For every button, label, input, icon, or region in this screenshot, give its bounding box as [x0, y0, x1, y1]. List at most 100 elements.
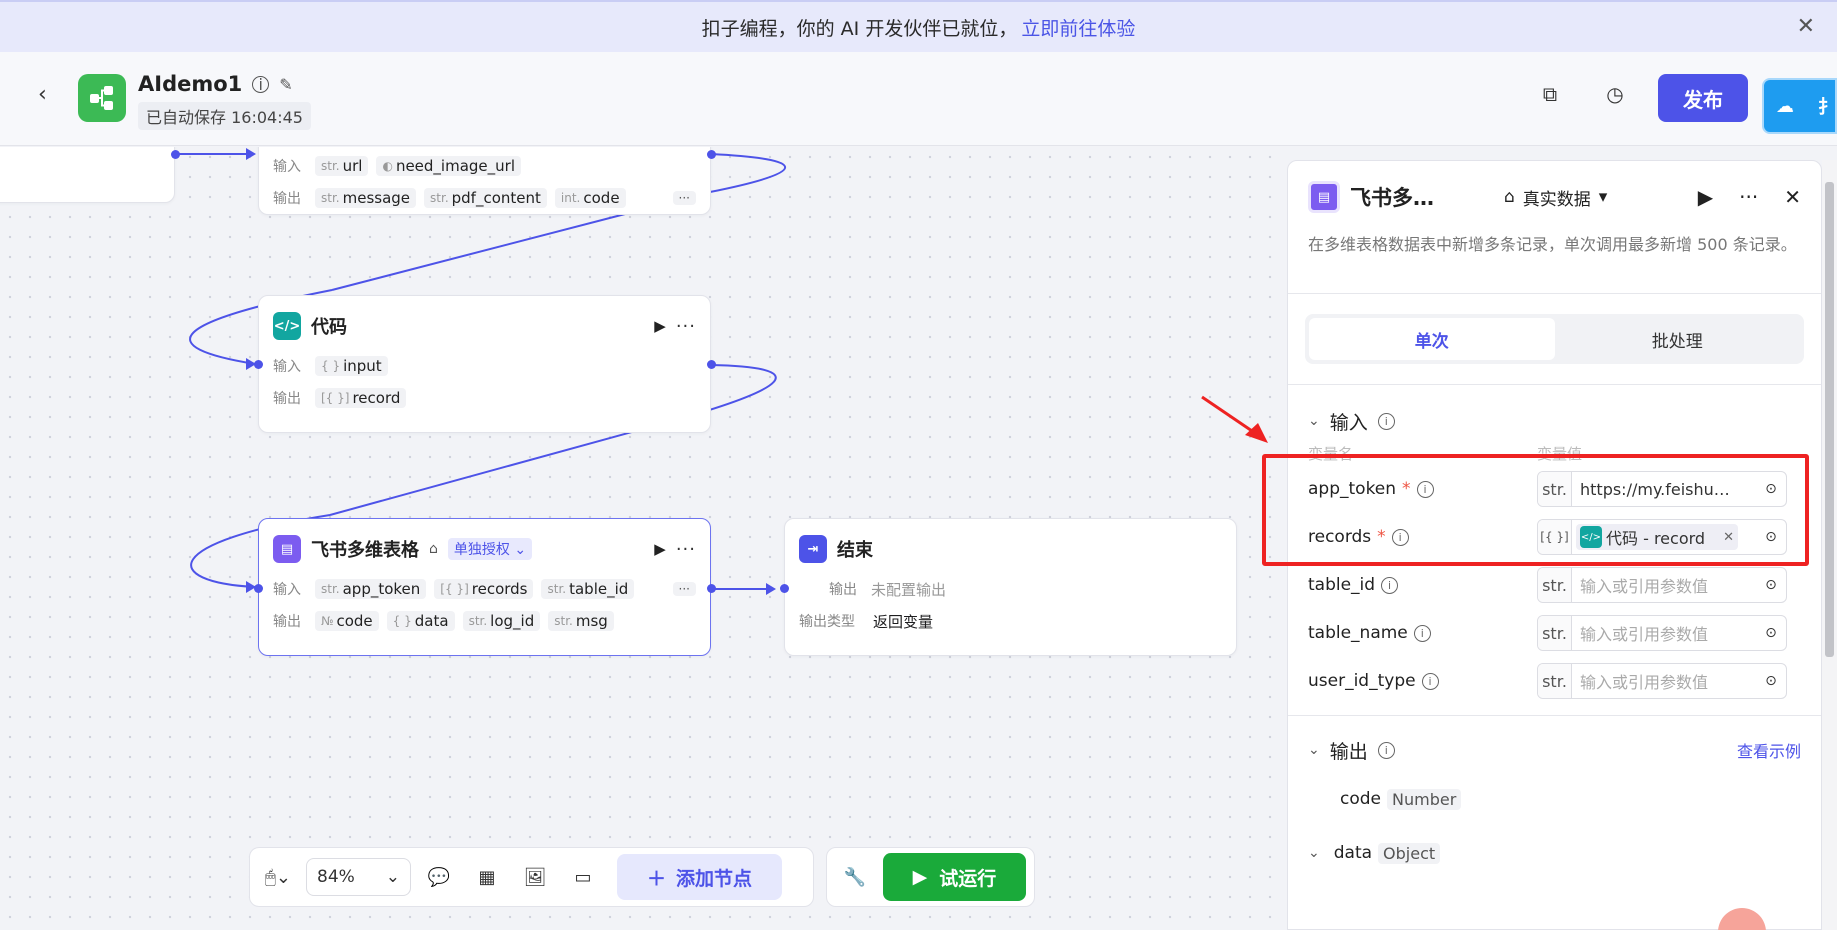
image-icon[interactable]: 🖼 [515, 857, 555, 897]
exit-icon: ⇥ [799, 535, 827, 563]
divider [1288, 293, 1821, 294]
more-chip[interactable]: ··· [672, 582, 696, 596]
run-icon[interactable]: ▶ [654, 540, 666, 558]
banner-link[interactable]: 立即前往体验 [1021, 14, 1135, 41]
table-id-input[interactable]: str. 输入或引用参数值 ⊙ [1537, 567, 1787, 603]
output-chip: str. msg [548, 611, 614, 631]
table-icon: ▤ [1308, 181, 1340, 213]
copy-icon[interactable]: ⧉ [1535, 82, 1565, 112]
reference-icon[interactable]: ⊙ [1756, 673, 1786, 689]
avatar-button[interactable]: ☁ 扌 [1762, 78, 1837, 134]
node-code[interactable]: </> 代码 ▶ ··· 输入 { } input 输出 [{ }] record [258, 295, 711, 433]
node-end[interactable]: ⇥ 结束 输出 未配置输出 输出类型 返回变量 [784, 518, 1237, 656]
chip-name: app_token [342, 580, 421, 598]
param-name: table_id i [1308, 575, 1537, 595]
chevron-down-icon[interactable]: ⌄ [1308, 845, 1320, 861]
back-arrow-icon[interactable]: ‹ [38, 82, 47, 107]
reference-icon[interactable]: ⊙ [1756, 577, 1786, 593]
chip-type: str. [430, 191, 449, 205]
banner-close-icon[interactable]: ✕ [1797, 14, 1815, 39]
output-chip: { } data [386, 611, 455, 631]
more-icon[interactable]: ··· [676, 316, 696, 337]
param-placeholder[interactable]: 输入或引用参数值 [1572, 669, 1756, 693]
annotation-arrow-icon [1201, 395, 1268, 443]
output-chip: str. message [315, 188, 417, 208]
port[interactable] [254, 584, 263, 593]
dataset-dropdown[interactable]: ⌂ 真实数据 ▾ [1504, 185, 1607, 210]
port[interactable] [707, 584, 716, 593]
close-icon[interactable]: ✕ [1784, 185, 1801, 209]
output-label: 输出 [273, 614, 301, 630]
publish-button[interactable]: 发布 [1658, 74, 1748, 122]
port[interactable] [171, 150, 180, 159]
section-title: 输出 [1329, 740, 1368, 763]
input-chip: str. url [315, 156, 369, 176]
info-icon[interactable]: i [1421, 672, 1439, 690]
output-section-header[interactable]: ⌄ 输出 i 查看示例 [1288, 728, 1821, 772]
tab-batch[interactable]: 批处理 [1555, 318, 1801, 360]
node-start-partial[interactable] [0, 147, 175, 203]
node-pdf[interactable]: 输入 str. url ◐ need_image_url 输出 str. messag… [258, 147, 711, 215]
node-end-header: ⇥ 结束 [785, 519, 1236, 565]
output-type-value: 返回变量 [873, 612, 934, 631]
more-chip[interactable]: ··· [672, 191, 696, 205]
param-table-name: table_name i str. 输入或引用参数值 ⊙ [1288, 609, 1821, 657]
tab-single[interactable]: 单次 [1309, 318, 1555, 360]
chip-type: { } [392, 614, 412, 628]
info-icon[interactable]: i [252, 75, 270, 94]
add-node-button[interactable]: ＋ 添加节点 [617, 854, 782, 900]
input-chip: [{ }] records [434, 579, 534, 599]
type-badge: str. [1538, 616, 1572, 650]
mouse-mode-icon[interactable]: 🖱⌄ [258, 857, 298, 897]
wrench-icon[interactable]: 🔧 [835, 857, 875, 897]
auth-dropdown[interactable]: 单独授权 ⌄ [447, 538, 533, 560]
panel-scrollbar[interactable] [1822, 160, 1837, 930]
output-chip: int. code [554, 188, 626, 208]
workflow-canvas[interactable]: 输入 str. url ◐ need_image_url 输出 str. messag… [0, 147, 1287, 930]
chip-name: table_id [569, 580, 629, 598]
user-id-type-input[interactable]: str. 输入或引用参数值 ⊙ [1537, 663, 1787, 699]
scroll-thumb[interactable] [1825, 182, 1834, 657]
port[interactable] [254, 360, 263, 369]
table-name-input[interactable]: str. 输入或引用参数值 ⊙ [1537, 615, 1787, 651]
run-icon[interactable]: ▶ [1698, 185, 1713, 209]
trial-run-button[interactable]: ▶ 试运行 [882, 853, 1026, 901]
banner-text: 扣子编程，你的 AI 开发伙伴已就位， [701, 17, 1018, 40]
more-icon[interactable]: ··· [1739, 185, 1758, 209]
output-chip: № code [315, 611, 379, 631]
param-placeholder[interactable]: 输入或引用参数值 [1572, 621, 1756, 645]
history-icon[interactable]: ◷ [1600, 82, 1630, 112]
plugin-icon: ⌂ [1504, 187, 1515, 207]
workflow-icon [90, 86, 113, 110]
chip-type: str. [321, 582, 340, 596]
toggle-icon: ◐ [382, 159, 393, 173]
reference-icon[interactable]: ⊙ [1756, 625, 1786, 641]
port[interactable] [780, 584, 789, 593]
minimap-icon[interactable]: ▭ [563, 857, 603, 897]
param-placeholder[interactable]: 输入或引用参数值 [1572, 573, 1756, 597]
chip-name: log_id [490, 612, 535, 630]
info-icon[interactable]: i [1377, 741, 1395, 759]
run-icon[interactable]: ▶ [654, 317, 666, 335]
port[interactable] [707, 150, 716, 159]
comment-icon[interactable]: 💬 [419, 857, 459, 897]
run-toolbar: 🔧 ▶ 试运行 [826, 847, 1035, 907]
mode-tabs: 单次 批处理 [1305, 314, 1804, 364]
zoom-select[interactable]: 84% ⌄ [306, 858, 411, 896]
input-section-header[interactable]: ⌄ 输入 i [1288, 399, 1821, 443]
edit-icon[interactable]: ✎ [279, 75, 292, 94]
node-feishu-bitable[interactable]: ▤ 飞书多维表格 ⌂ 单独授权 ⌄ ▶ ··· 输入 str. app_token… [258, 518, 711, 656]
layout-icon[interactable]: ▦ [467, 857, 507, 897]
arrow-head-1 [246, 148, 256, 160]
info-icon[interactable]: i [1413, 624, 1431, 642]
info-icon[interactable]: i [1381, 576, 1399, 594]
chip-name: data [414, 612, 449, 630]
canvas-toolbar: 🖱⌄ 84% ⌄ 💬 ▦ 🖼 ▭ ＋ 添加节点 [249, 847, 814, 907]
more-icon[interactable]: ··· [676, 539, 696, 560]
view-example-link[interactable]: 查看示例 [1737, 738, 1801, 762]
port[interactable] [707, 360, 716, 369]
app-logo [78, 74, 126, 122]
info-icon[interactable]: i [1377, 412, 1395, 430]
chip-type: [{ }] [440, 582, 469, 596]
output-data[interactable]: ⌄ data Object [1288, 826, 1821, 880]
